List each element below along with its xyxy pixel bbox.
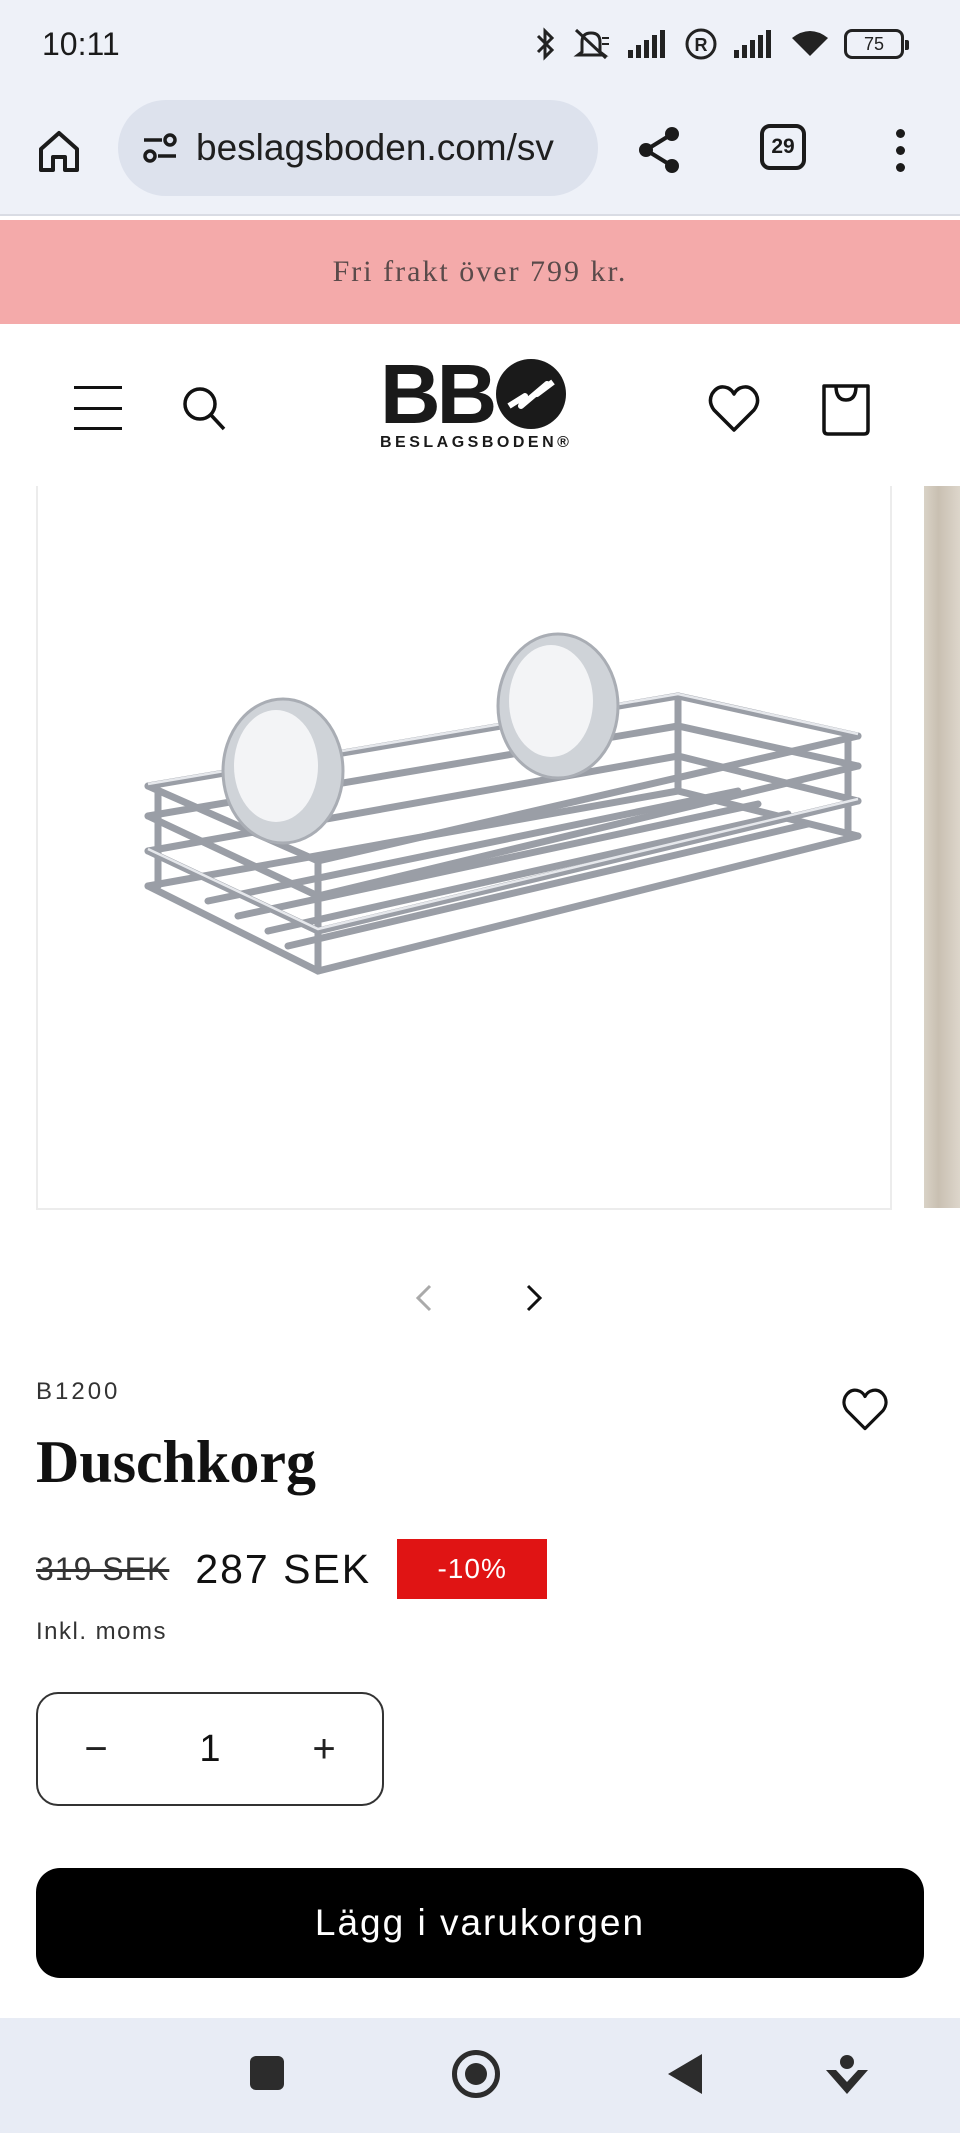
search-button[interactable]: [180, 382, 228, 434]
logo-emblem-icon: [496, 359, 567, 429]
add-to-cart-button[interactable]: Lägg i varukorgen: [36, 1868, 924, 1978]
tab-switcher-button[interactable]: 29: [760, 124, 806, 170]
wishlist-button[interactable]: [706, 380, 762, 436]
more-dot: [895, 145, 905, 155]
heart-icon: [708, 385, 760, 432]
site-header: BB BESLAGSBODEN®: [0, 324, 960, 484]
logo-text: BB: [380, 347, 497, 441]
recent-apps-button[interactable]: [250, 2056, 284, 2090]
address-bar[interactable]: beslagsboden.com/sv: [118, 100, 598, 196]
announcement-text: Fri frakt över 799 kr.: [332, 255, 628, 288]
chevron-left-icon: [415, 1284, 432, 1312]
status-bar: 10:11 R 75: [0, 0, 960, 92]
status-time: 10:11: [42, 26, 120, 62]
quantity-input[interactable]: 1: [154, 1728, 266, 1771]
product-sku: B1200: [36, 1378, 121, 1405]
product-image: [144, 632, 862, 975]
chevron-right-icon: [526, 1284, 543, 1312]
url-text: beslagsboden.com/sv: [196, 127, 554, 168]
back-button[interactable]: [668, 2054, 702, 2094]
next-product-image-preview[interactable]: [924, 486, 960, 1208]
assistant-icon[interactable]: [822, 2050, 872, 2100]
more-dot: [895, 162, 905, 172]
tax-note: Inkl. moms: [36, 1618, 168, 1645]
quantity-stepper: − 1 +: [36, 1692, 384, 1806]
browser-home-button[interactable]: [30, 122, 88, 180]
site-settings-icon[interactable]: [140, 130, 180, 166]
quantity-decrease-button[interactable]: −: [38, 1694, 154, 1804]
browser-toolbar: beslagsboden.com/sv 29: [0, 92, 960, 216]
site-logo[interactable]: BB BESLAGSBODEN®: [380, 347, 580, 456]
add-to-wishlist-button[interactable]: [840, 1384, 890, 1434]
sale-price: 287 SEK: [195, 1545, 372, 1592]
share-icon: [639, 127, 679, 173]
original-price: 319 SEK: [36, 1550, 170, 1587]
quantity-increase-button[interactable]: +: [266, 1694, 382, 1804]
home-button[interactable]: [452, 2050, 500, 2098]
roaming-icon: R: [685, 28, 717, 60]
menu-icon[interactable]: [74, 386, 122, 430]
battery-icon: 75: [844, 29, 909, 59]
signal-icon: [734, 30, 771, 58]
mute-icon: [573, 28, 609, 60]
logo-subtitle: BESLAGSBODEN®: [380, 434, 573, 451]
gallery-previous-button[interactable]: [408, 1280, 444, 1316]
wifi-icon: [792, 31, 828, 56]
home-icon: [39, 131, 79, 172]
price-row: 319 SEK 287 SEK -10%: [36, 1538, 548, 1600]
svg-text:R: R: [695, 35, 708, 55]
product-title: Duschkorg: [36, 1429, 317, 1495]
product-gallery[interactable]: [36, 486, 892, 1210]
status-icons: R 75: [534, 22, 909, 66]
gallery-next-button[interactable]: [516, 1280, 552, 1316]
announcement-bar: Fri frakt över 799 kr.: [0, 220, 960, 324]
signal-icon: [628, 30, 665, 58]
bluetooth-icon: [536, 27, 555, 61]
system-navigation-bar: [0, 2018, 960, 2133]
logo-mark: BB: [380, 347, 580, 441]
heart-icon: [842, 1388, 888, 1431]
more-dot: [895, 128, 905, 138]
browser-menu-button[interactable]: [880, 120, 920, 180]
bag-icon: [822, 384, 870, 436]
discount-badge: -10%: [397, 1539, 548, 1599]
cart-button[interactable]: [818, 378, 874, 436]
share-button[interactable]: [630, 120, 690, 180]
search-icon: [183, 387, 226, 431]
